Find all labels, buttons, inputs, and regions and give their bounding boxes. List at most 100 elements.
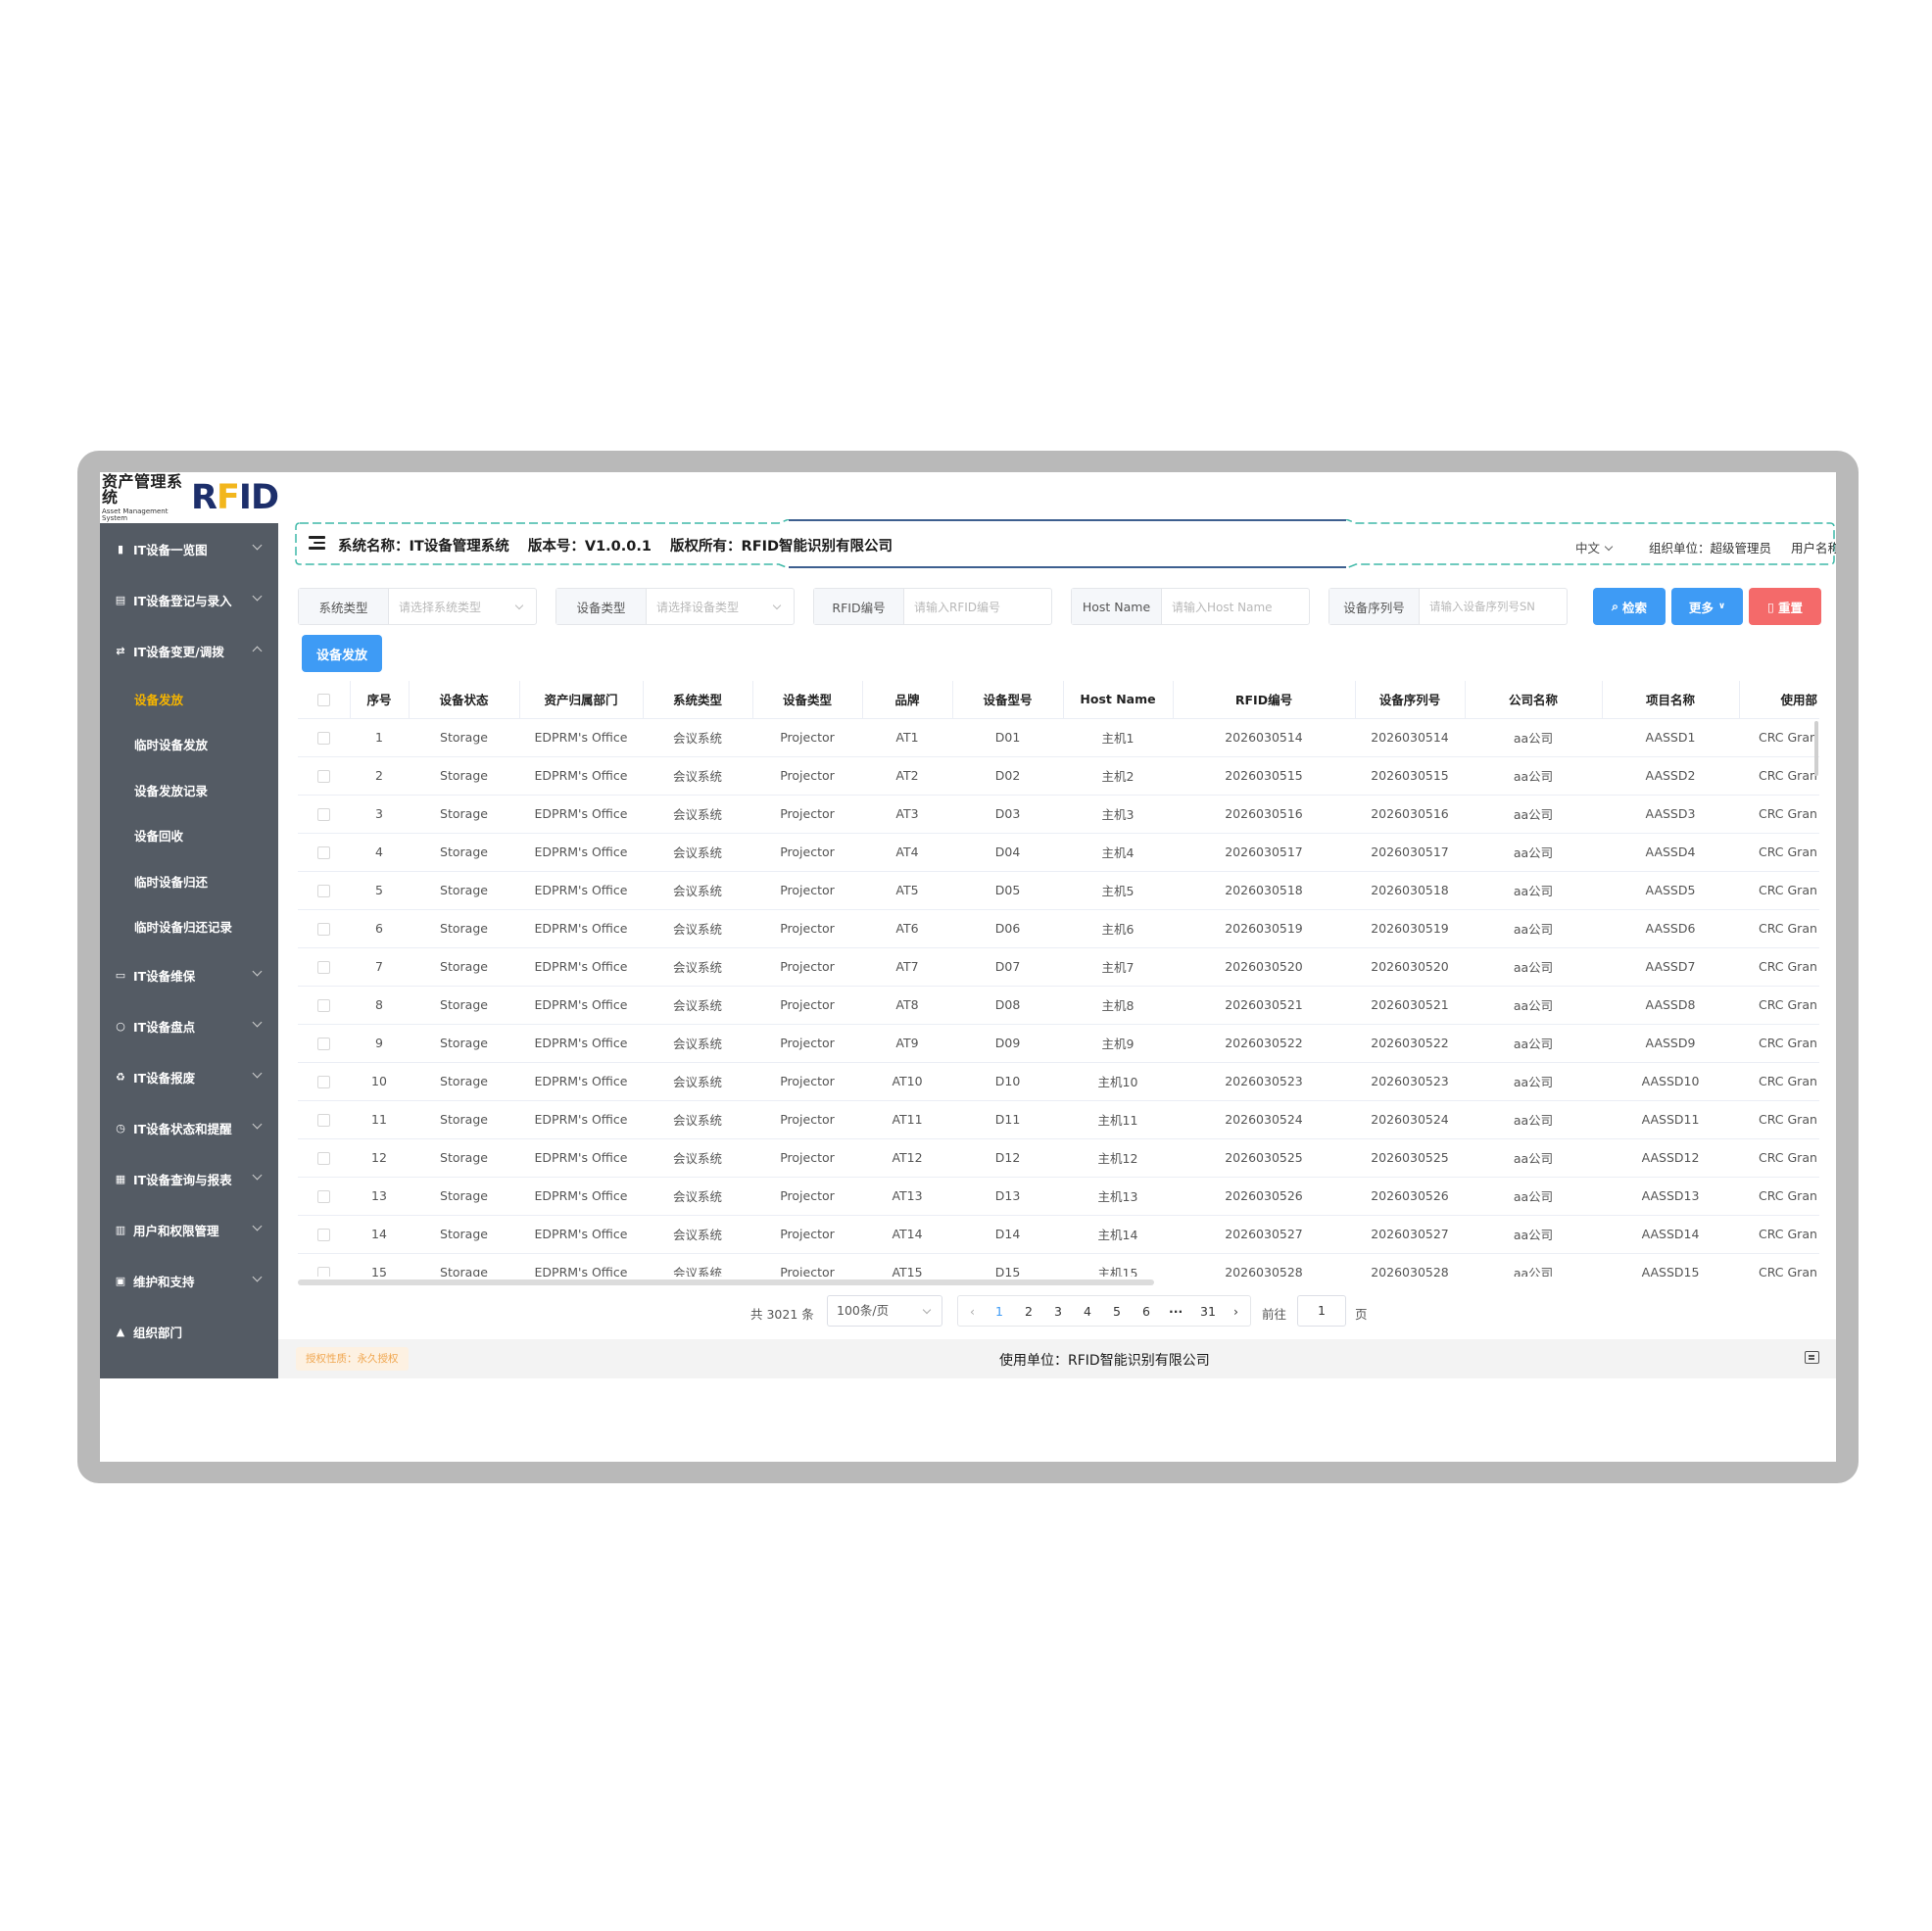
row-checkbox[interactable] (298, 871, 350, 910)
table-cell: 主机14 (1063, 1215, 1173, 1254)
table-row[interactable]: 7 Storage EDPRM's Office 会议系统 Projector AT7 D0… (298, 947, 1819, 987)
table-row[interactable]: 11 Storage EDPRM's Office 会议系统 Projector AT11… (298, 1100, 1819, 1139)
sidebar-item-maintenance[interactable]: ▭ IT设备维保 (100, 949, 278, 1000)
table-row[interactable]: 1 Storage EDPRM's Office 会议系统 Projector AT1 D0… (298, 718, 1819, 757)
row-checkbox[interactable] (298, 795, 350, 834)
dispatch-button[interactable]: 设备发放 (302, 635, 382, 672)
sidebar-item-users-permissions[interactable]: ▥ 用户和权限管理 (100, 1204, 278, 1255)
table-row[interactable]: 10 Storage EDPRM's Office 会议系统 Projector AT10… (298, 1062, 1819, 1101)
sidebar-item-scrap[interactable]: ♻ IT设备报废 (100, 1051, 278, 1102)
row-checkbox[interactable] (298, 1253, 350, 1277)
prev-page-icon[interactable]: ‹ (970, 1304, 975, 1319)
table-row[interactable]: 4 Storage EDPRM's Office 会议系统 Projector AT4 D0… (298, 833, 1819, 872)
page-2[interactable]: 2 (1025, 1304, 1033, 1319)
row-checkbox[interactable] (298, 1138, 350, 1178)
table-cell: CRC Gran (1739, 1100, 1819, 1139)
table-cell: Projector (752, 1024, 862, 1063)
page-last[interactable]: 31 (1200, 1304, 1216, 1319)
serial-input[interactable]: 请输入设备序列号SN (1420, 589, 1567, 624)
table-cell: Projector (752, 756, 862, 796)
sidebar-subitem-temp-return[interactable]: 临时设备归还 (100, 858, 278, 904)
system-type-select[interactable]: 请选择系统类型 (389, 589, 536, 624)
table-cell: CRC Gran (1739, 795, 1819, 834)
column-header: 设备序列号 (1355, 681, 1466, 719)
page-3[interactable]: 3 (1054, 1304, 1062, 1319)
language-select[interactable]: 中文 (1575, 538, 1612, 556)
vertical-scrollbar[interactable] (1814, 721, 1818, 776)
chevron-down-icon (252, 591, 263, 602)
row-checkbox[interactable] (298, 833, 350, 872)
table-cell: Storage (409, 833, 519, 872)
select-all-checkbox[interactable] (298, 681, 351, 719)
sidebar-item-overview[interactable]: ▮ IT设备一览图 (100, 523, 278, 574)
table-cell: EDPRM's Office (519, 1024, 643, 1063)
next-page-icon[interactable]: › (1233, 1304, 1238, 1319)
table-cell: AASSD7 (1602, 947, 1739, 987)
sidebar-item-inventory[interactable]: ○ IT设备盘点 (100, 1000, 278, 1051)
table-row[interactable]: 2 Storage EDPRM's Office 会议系统 Projector AT2 D0… (298, 756, 1819, 796)
table-row[interactable]: 13 Storage EDPRM's Office 会议系统 Projector AT13… (298, 1177, 1819, 1216)
table-row[interactable]: 15 Storage EDPRM's Office 会议系统 Projector AT15… (298, 1253, 1819, 1277)
rfid-input[interactable]: 请输入RFID编号 (904, 589, 1051, 624)
sidebar-subitem-temp-return-records[interactable]: 临时设备归还记录 (100, 904, 278, 950)
table-cell: aa公司 (1465, 986, 1602, 1025)
table-row[interactable]: 5 Storage EDPRM's Office 会议系统 Projector AT5 D0… (298, 871, 1819, 910)
search-icon: ⌕ (1611, 599, 1618, 613)
sidebar-item-label: IT设备状态和提醒 (133, 1121, 232, 1136)
sidebar-subitem-recall[interactable]: 设备回收 (100, 813, 278, 859)
table-row[interactable]: 12 Storage EDPRM's Office 会议系统 Projector AT12… (298, 1138, 1819, 1178)
table-cell: aa公司 (1465, 833, 1602, 872)
more-button[interactable]: 更多 ∨ (1671, 588, 1743, 625)
table-row[interactable]: 3 Storage EDPRM's Office 会议系统 Projector AT3 D0… (298, 795, 1819, 834)
table-cell: 2026030527 (1173, 1215, 1355, 1254)
more-pages-icon[interactable]: ··· (1169, 1304, 1183, 1319)
host-name-input[interactable]: 请输入Host Name (1162, 589, 1309, 624)
table-row[interactable]: 6 Storage EDPRM's Office 会议系统 Projector AT6 D0… (298, 909, 1819, 948)
row-checkbox[interactable] (298, 909, 350, 948)
table-row[interactable]: 14 Storage EDPRM's Office 会议系统 Projector AT14… (298, 1215, 1819, 1254)
page-1[interactable]: 1 (995, 1304, 1003, 1319)
table-cell: 2026030527 (1355, 1215, 1465, 1254)
sidebar-item-transfer[interactable]: ⇄ IT设备变更/调拨 (100, 625, 278, 676)
table-cell: D04 (952, 833, 1063, 872)
row-checkbox[interactable] (298, 1215, 350, 1254)
reset-button[interactable]: ▯ 重置 (1749, 588, 1821, 625)
filter-label: 系统类型 (299, 589, 389, 624)
horizontal-scrollbar[interactable] (298, 1279, 1154, 1285)
table-cell: 主机5 (1063, 871, 1173, 910)
table-row[interactable]: 9 Storage EDPRM's Office 会议系统 Projector AT9 D0… (298, 1024, 1819, 1063)
page-5[interactable]: 5 (1113, 1304, 1121, 1319)
table-cell: 会议系统 (643, 1024, 752, 1063)
row-checkbox[interactable] (298, 718, 350, 757)
sidebar-subitem-dispatch[interactable]: 设备发放 (100, 676, 278, 722)
sidebar-subitem-dispatch-records[interactable]: 设备发放记录 (100, 767, 278, 813)
page-4[interactable]: 4 (1084, 1304, 1091, 1319)
sidebar-subitem-temp-dispatch[interactable]: 临时设备发放 (100, 722, 278, 768)
users-icon: ▥ (115, 1223, 126, 1236)
sidebar: ▮ IT设备一览图 ▤ IT设备登记与录入 ⇄ IT设备变更/调拨 设备发放 临… (100, 523, 278, 1378)
table-row[interactable]: 8 Storage EDPRM's Office 会议系统 Projector AT8 D0… (298, 986, 1819, 1025)
row-checkbox[interactable] (298, 1024, 350, 1063)
table-cell: EDPRM's Office (519, 1177, 643, 1216)
menu-toggle-icon[interactable] (309, 536, 325, 550)
sidebar-item-register[interactable]: ▤ IT设备登记与录入 (100, 574, 278, 625)
filter-label: 设备序列号 (1329, 589, 1420, 624)
page-size-select[interactable]: 100条/页 (827, 1295, 942, 1327)
row-checkbox[interactable] (298, 1062, 350, 1101)
chevron-up-icon (252, 646, 263, 656)
search-button[interactable]: ⌕ 检索 (1593, 588, 1666, 625)
table-cell: CRC Gran (1739, 1024, 1819, 1063)
sidebar-item-status-alert[interactable]: ◷ IT设备状态和提醒 (100, 1102, 278, 1153)
row-checkbox[interactable] (298, 756, 350, 796)
device-type-select[interactable]: 请选择设备类型 (647, 589, 794, 624)
page-6[interactable]: 6 (1142, 1304, 1150, 1319)
row-checkbox[interactable] (298, 1177, 350, 1216)
message-icon[interactable] (1805, 1351, 1819, 1364)
row-checkbox[interactable] (298, 947, 350, 987)
row-checkbox[interactable] (298, 1100, 350, 1139)
table-cell: EDPRM's Office (519, 947, 643, 987)
row-checkbox[interactable] (298, 986, 350, 1025)
goto-page-input[interactable]: 1 (1297, 1295, 1346, 1327)
sidebar-item-query-report[interactable]: ▦ IT设备查询与报表 (100, 1153, 278, 1204)
column-header: 设备类型 (752, 681, 863, 719)
